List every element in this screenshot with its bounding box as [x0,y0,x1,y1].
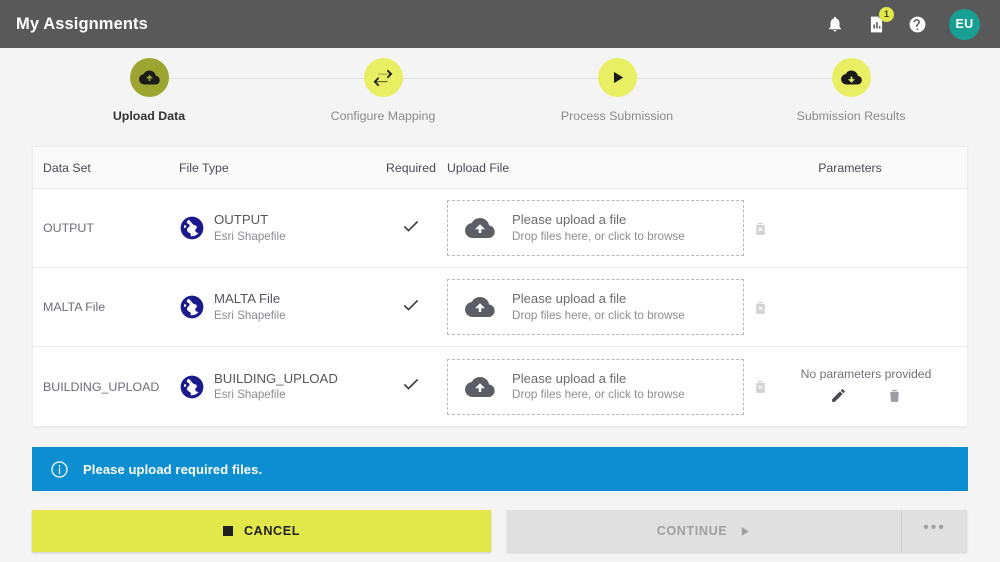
remove-file-button [744,378,777,395]
filetype-format: Esri Shapefile [214,229,286,243]
file-dropzone[interactable]: Please upload a file Drop files here, or… [447,358,745,415]
continue-button[interactable]: CONTINUE [507,510,901,552]
dropzone-title: Please upload a file [512,291,627,307]
step-submission-results[interactable]: Submission Results [734,54,968,134]
avatar[interactable]: EU [949,8,980,40]
filetype-cell: OUTPUT Esri Shapefile [179,212,375,244]
trash-icon [756,380,765,393]
globe-icon [180,295,204,319]
cloud-download-icon[interactable] [831,58,871,97]
check-icon [403,378,419,390]
remove-file-button [744,220,777,237]
play-icon [742,526,750,536]
globe-icon [180,375,204,398]
dataset-name: MALTA File [43,300,106,314]
reports-icon[interactable]: 1 [864,7,894,36]
transfer-icon[interactable] [363,58,403,97]
dropzone-title: Please upload a file [512,212,627,228]
info-banner: Please upload required files. [32,447,968,491]
check-icon [403,299,419,311]
column-header-upload: Upload File [447,160,510,175]
remove-file-button [744,299,777,316]
globe-icon [180,216,204,240]
required-cell [375,216,447,241]
table-row: MALTA File MALTA File Esri Shapefile Ple… [33,268,967,347]
filetype-name: BUILDING_UPLOAD [214,370,338,386]
upload-table-card: Data Set File Type Required Upload File … [32,146,968,427]
check-icon [403,220,419,232]
trash-icon [756,301,765,314]
table-header-row: Data Set File Type Required Upload File … [33,147,967,189]
step-label: Upload Data [112,109,186,123]
dataset-name: BUILDING_UPLOAD [43,379,160,394]
stop-square-icon [222,526,233,536]
upload-cell: Please upload a file Drop files here, or… [447,358,777,415]
continue-button-group: CONTINUE ••• [507,510,967,552]
dataset-name: OUTPUT [43,221,94,235]
dropzone-hint: Drop files here, or click to browse [512,308,685,322]
filetype-format: Esri Shapefile [214,388,286,402]
parameters-status: No parameters provided [800,366,932,381]
step-configure-mapping[interactable]: Configure Mapping [266,54,617,134]
cloud-upload-icon [448,372,512,402]
upload-cell: Please upload a file Drop files here, or… [447,200,777,256]
step-upload-data[interactable]: Upload Data [32,54,383,134]
app-root: My Assignments 1 EU Upload Data Configur… [0,0,1000,562]
upload-cell: Please upload a file Drop files here, or… [447,279,777,335]
column-header-filetype: File Type [179,160,229,175]
help-icon[interactable] [905,12,929,36]
cancel-button[interactable]: CANCEL [32,510,491,552]
edit-parameters-button[interactable] [827,385,849,407]
step-label: Submission Results [796,109,906,123]
more-options-button[interactable]: ••• [901,510,967,552]
filetype-cell: BUILDING_UPLOAD Esri Shapefile [179,371,375,403]
delete-parameters-button[interactable] [883,385,905,407]
cloud-upload-icon [448,292,512,322]
notifications-icon[interactable] [823,12,847,36]
step-process-submission[interactable]: Process Submission [500,54,851,134]
reports-badge: 1 [879,7,894,22]
dropzone-hint: Drop files here, or click to browse [512,388,685,402]
column-header-required: Required [386,160,436,175]
dropzone-hint: Drop files here, or click to browse [512,229,685,243]
filetype-format: Esri Shapefile [214,308,286,322]
column-header-dataset: Data Set [43,160,91,175]
play-icon[interactable] [597,58,637,97]
trash-icon [889,389,899,402]
filetype-cell: MALTA File Esri Shapefile [179,291,375,323]
table-row: OUTPUT OUTPUT Esri Shapefile Please uplo… [33,189,967,268]
info-circle-icon [51,460,68,478]
filetype-name: OUTPUT [214,212,269,228]
info-banner-text: Please upload required files. [83,461,263,477]
required-cell [375,295,447,320]
step-label: Process Submission [560,109,674,123]
footer-actions: CANCEL CONTINUE ••• [32,510,968,552]
header-actions: 1 EU [823,7,984,40]
cancel-button-label: CANCEL [243,524,301,538]
wizard-stepper: Upload Data Configure Mapping Process Su… [0,54,1000,134]
column-header-parameters: Parameters [818,160,882,175]
trash-icon [756,222,765,235]
file-dropzone[interactable]: Please upload a file Drop files here, or… [447,200,745,256]
cloud-upload-icon [448,213,512,243]
cloud-upload-icon[interactable] [129,58,169,97]
dropzone-title: Please upload a file [512,370,627,386]
pencil-icon [831,389,845,402]
parameters-actions [777,385,955,407]
table-row: BUILDING_UPLOAD BUILDING_UPLOAD Esri Sha… [33,347,967,426]
continue-button-label: CONTINUE [656,524,728,538]
required-cell [375,374,447,399]
parameters-cell: No parameters provided [777,367,967,407]
app-header: My Assignments 1 EU [0,0,1000,48]
file-dropzone[interactable]: Please upload a file Drop files here, or… [447,279,745,335]
filetype-name: MALTA File [214,291,281,307]
page-title: My Assignments [16,14,148,33]
step-label: Configure Mapping [330,109,436,123]
